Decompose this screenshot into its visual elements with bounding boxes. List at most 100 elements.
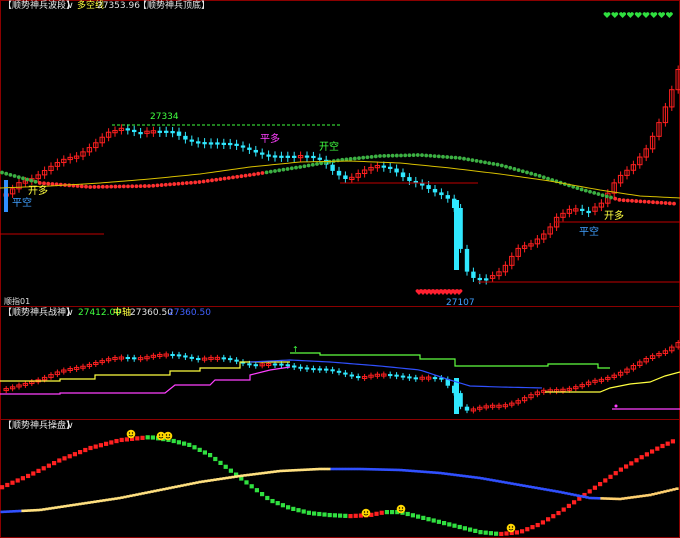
oscillator-point: [642, 494, 646, 498]
candle-body: [381, 165, 386, 168]
trend-dot: [579, 187, 584, 192]
panel2-title: 【顺势神兵战神】: [3, 308, 76, 318]
candle-body: [157, 130, 162, 133]
trend-dot: [642, 199, 647, 204]
oscillator-point: [20, 476, 25, 481]
trend-dot: [285, 167, 290, 171]
oscillator-point: [345, 467, 349, 471]
oscillator-point: [639, 455, 644, 460]
oscillator-point: [15, 509, 19, 513]
oscillator-point: [322, 512, 327, 517]
oscillator-point: [10, 480, 15, 485]
oscillator-point: [399, 468, 403, 472]
oscillator-point: [591, 496, 595, 500]
oscillator-point: [120, 496, 124, 499]
trend-dot: [478, 159, 483, 164]
oscillator-point: [324, 467, 328, 471]
oscillator-point: [357, 467, 361, 471]
oscillator-point: [393, 468, 397, 472]
oscillator-point: [144, 491, 148, 495]
oscillator-point: [483, 530, 488, 535]
oscillator-point: [129, 494, 133, 498]
oscillator-point: [374, 511, 379, 516]
oscillator-point: [630, 496, 634, 499]
trend-dot: [168, 182, 172, 187]
trend-dot: [378, 154, 382, 158]
trend-dot: [499, 163, 504, 168]
candle-body: [388, 374, 393, 377]
trend-dot: [306, 163, 311, 168]
oscillator-point: [51, 506, 55, 510]
panel2-dropdown[interactable]: ∨: [67, 308, 74, 319]
trend-dot: [105, 184, 109, 189]
chart-canvas: ↑: [0, 0, 680, 538]
oscillator-point: [572, 500, 577, 505]
oscillator-point: [525, 527, 530, 532]
trend-dot: [441, 154, 445, 159]
oscillator-point: [431, 518, 436, 523]
oscillator-point: [645, 494, 649, 497]
oscillator-point: [486, 478, 490, 481]
oscillator-point: [249, 473, 253, 476]
trend-dot: [281, 167, 286, 172]
trend-dot: [277, 168, 282, 173]
trend-dot: [289, 166, 294, 171]
oscillator-point: [126, 495, 130, 498]
oscillator-point: [327, 467, 331, 471]
trend-dot: [109, 184, 114, 189]
oscillator-point: [42, 508, 46, 511]
trend-dot: [42, 181, 46, 186]
trend-dot: [546, 176, 550, 181]
oscillator-point: [48, 507, 52, 510]
oscillator-point: [41, 466, 46, 471]
oscillator-point: [60, 505, 64, 508]
oscillator-point: [343, 513, 348, 518]
oscillator-point: [650, 449, 655, 454]
oscillator-point: [182, 441, 187, 446]
oscillator-point: [566, 503, 571, 509]
candle-body: [458, 208, 463, 249]
trend-dot: [655, 200, 660, 205]
oscillator-point: [612, 497, 616, 501]
oscillator-point: [438, 471, 442, 475]
oscillator-point: [177, 484, 181, 488]
oscillator-point: [405, 511, 410, 517]
trend-dot: [424, 153, 429, 158]
trend-dot: [172, 182, 177, 186]
oscillator-point: [608, 474, 613, 479]
panel1-dropdown[interactable]: ∨: [67, 1, 74, 12]
oscillator-point: [189, 482, 193, 486]
oscillator-point: [78, 502, 82, 506]
oscillator-point: [261, 471, 265, 475]
oscillator-point: [477, 476, 481, 480]
oscillator-point: [254, 488, 259, 493]
candle-body: [458, 393, 463, 407]
trend-dot: [646, 200, 651, 204]
oscillator-point: [306, 468, 310, 471]
oscillator-point: [114, 438, 119, 444]
trend-dot: [361, 155, 366, 160]
oscillator-point: [384, 510, 389, 515]
panel3-dropdown[interactable]: ∨: [67, 421, 74, 432]
trend-dot: [29, 178, 34, 183]
candle-body: [176, 354, 182, 357]
trend-dot: [352, 156, 357, 161]
oscillator-point: [33, 508, 37, 512]
oscillator-point: [618, 467, 623, 472]
oscillator-point: [210, 478, 214, 482]
oscillator-point: [492, 479, 496, 482]
oscillator-point: [39, 508, 43, 512]
oscillator-point: [564, 491, 568, 495]
oscillator-point: [0, 485, 5, 490]
oscillator-point: [417, 470, 421, 473]
oscillator-point: [72, 503, 76, 507]
oscillator-point: [396, 468, 400, 472]
trend-dot: [273, 169, 277, 173]
oscillator-point: [228, 468, 233, 473]
oscillator-point: [672, 488, 676, 491]
oscillator-point: [459, 474, 463, 477]
oscillator-point: [665, 441, 670, 446]
oscillator-point: [480, 477, 484, 480]
candle-body: [272, 155, 278, 158]
oscillator-point: [63, 504, 67, 508]
